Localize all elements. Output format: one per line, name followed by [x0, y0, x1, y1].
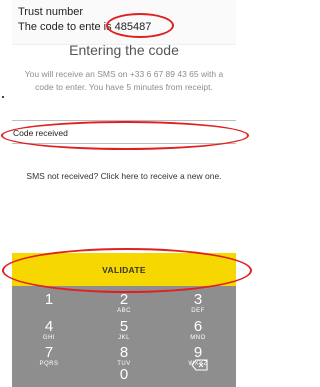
- key-3[interactable]: 3 DEF: [161, 289, 235, 319]
- key-digit: 7: [44, 344, 54, 361]
- key-digit: 5: [119, 318, 129, 335]
- divider: [12, 120, 236, 121]
- divider: [12, 143, 236, 144]
- notification-title: Trust number: [18, 6, 84, 18]
- key-letters: ABC: [117, 308, 131, 314]
- key-0[interactable]: 0: [87, 364, 161, 387]
- code-entry-panel: Entering the code You will receive an SM…: [12, 42, 236, 270]
- resend-sms-link[interactable]: SMS not received? Click here to receive …: [12, 171, 236, 181]
- notification-code: is 485487: [103, 21, 152, 33]
- validate-button[interactable]: VALIDATE: [12, 253, 236, 286]
- backspace-key[interactable]: [161, 350, 235, 380]
- key-letters: DEF: [191, 308, 205, 314]
- sms-notification[interactable]: Trust number The code to ente is 485487: [12, 0, 236, 45]
- decorative-dot: [2, 96, 4, 98]
- code-input[interactable]: Code received: [13, 128, 68, 138]
- key-letters: GHI: [42, 335, 56, 341]
- key-digit: 1: [44, 291, 54, 308]
- backspace-icon: [191, 359, 208, 371]
- notification-prefix: The code to ente: [18, 21, 101, 33]
- key-digit: 4: [44, 318, 54, 335]
- key-letters: PQRS: [39, 361, 59, 367]
- phone-screen: Trust number The code to ente is 485487 …: [12, 0, 236, 387]
- notification-text: The code to ente is 485487: [18, 21, 151, 33]
- key-digit: 0: [119, 366, 129, 383]
- key-2[interactable]: 2 ABC: [87, 289, 161, 319]
- key-digit: 3: [193, 291, 203, 308]
- key-1[interactable]: 1: [12, 289, 86, 319]
- key-7[interactable]: 7 PQRS: [12, 342, 86, 372]
- key-letters: JKL: [118, 335, 130, 341]
- key-digit: 8: [119, 344, 129, 361]
- sms-info-text: You will receive an SMS on +33 6 67 89 4…: [24, 69, 224, 92]
- key-digit: 2: [119, 291, 129, 308]
- key-digit: 6: [193, 318, 203, 335]
- key-letters: MNO: [190, 335, 206, 341]
